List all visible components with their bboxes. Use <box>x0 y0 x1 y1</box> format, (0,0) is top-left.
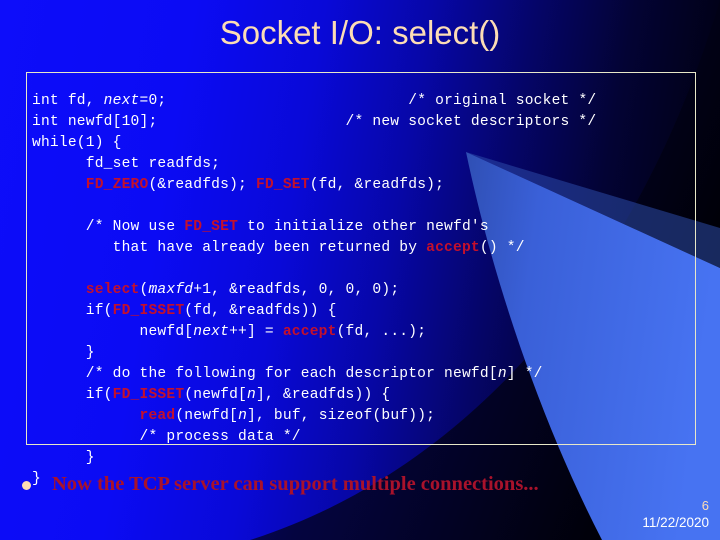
code-keyword: FD_ISSET <box>112 302 185 319</box>
code-line: /* do the following for each descriptor … <box>32 365 543 382</box>
code-keyword: accept <box>282 323 337 340</box>
footer-date: 11/22/2020 <box>642 515 709 530</box>
code-line: } <box>32 449 95 466</box>
code-identifier: next <box>103 92 140 109</box>
code-line: select(maxfd+1, &readfds, 0, 0, 0); <box>85 281 400 298</box>
filled-circle-bullet-icon <box>22 480 31 490</box>
code-identifier: n <box>497 365 507 382</box>
code-line: int newfd[10]; /* new socket descriptors… <box>32 113 597 130</box>
code-identifier: maxfd <box>148 281 194 298</box>
code-keyword: accept <box>426 239 480 256</box>
code-keyword: FD_SET <box>184 218 239 235</box>
page-number: 6 <box>701 498 709 513</box>
code-line: read(newfd[n], buf, sizeof(buf)); <box>139 407 436 424</box>
code-line: while(1) { <box>32 134 122 151</box>
code-line: that have already been returned by accep… <box>32 239 525 256</box>
code-keyword: FD_ZERO <box>85 176 149 193</box>
slide-canvas: Socket I/O: select() int fd, next=0; /* … <box>0 0 720 540</box>
bullet-list-item: Now the TCP server can support multiple … <box>22 472 662 496</box>
code-keyword: FD_SET <box>255 176 310 193</box>
code-line: if(FD_ISSET(fd, &readfds)) { <box>32 302 337 319</box>
code-identifier: n <box>247 386 256 403</box>
code-line: FD_ZERO(&readfds); FD_SET(fd, &readfds); <box>85 176 445 193</box>
code-keyword: FD_ISSET <box>112 386 185 403</box>
code-line: int fd, next=0; /* original socket */ <box>32 92 597 109</box>
code-identifier: n <box>238 407 248 424</box>
code-identifier: next <box>193 323 230 340</box>
bullet-item-label: Now the TCP server can support multiple … <box>52 473 539 495</box>
code-keyword: select <box>85 281 140 298</box>
code-line: } <box>32 344 95 361</box>
page-title: Socket I/O: select() <box>219 14 501 51</box>
code-line: fd_set readfds; <box>32 155 221 172</box>
code-keyword: read <box>139 407 176 424</box>
code-line: if(FD_ISSET(newfd[n], &readfds)) { <box>32 386 391 403</box>
code-line: /* process data */ <box>32 428 301 445</box>
code-block: int fd, next=0; /* original socket */ int… <box>32 91 697 490</box>
code-line: newfd[next++] = accept(fd, ...); <box>32 323 427 340</box>
code-line: /* Now use FD_SET to initialize other ne… <box>32 218 489 235</box>
